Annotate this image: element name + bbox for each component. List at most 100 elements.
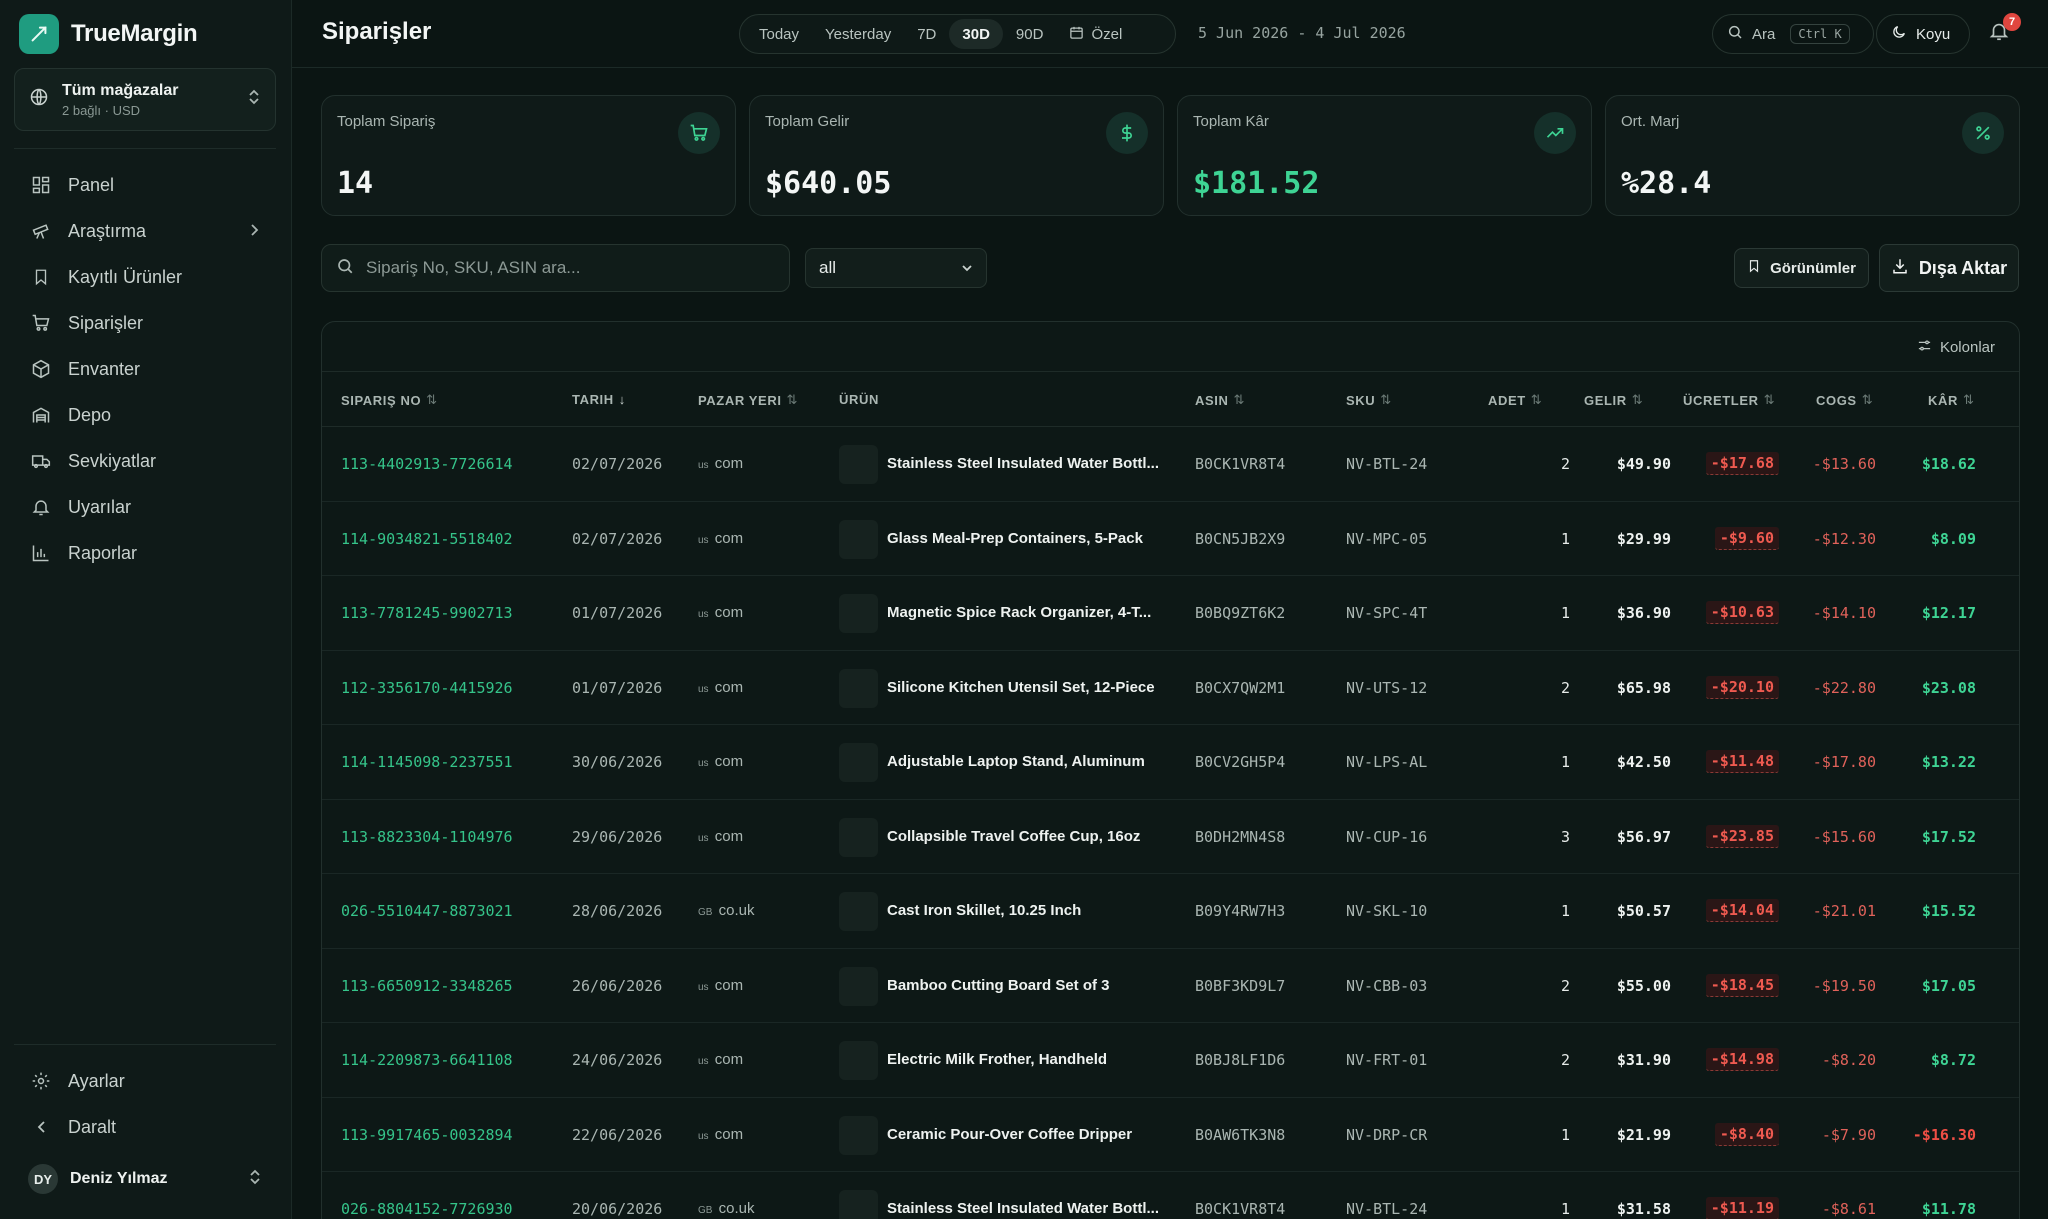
kpi-value: %28.4	[1621, 166, 1712, 201]
col-profit-header[interactable]: KÂR ⇅	[1928, 392, 1974, 408]
columns-button[interactable]: Kolonlar	[1917, 338, 1995, 357]
brand[interactable]: TrueMargin	[19, 14, 198, 54]
order-number-link[interactable]: 113-4402913-7726614	[341, 455, 513, 473]
table-row[interactable]: 114-9034821-5518402 02/07/2026 us com Glass…	[322, 502, 2019, 576]
sidebar-item-collapse[interactable]: Daralt	[14, 1104, 276, 1150]
sidebar-item-saved-products[interactable]: Kayıtlı Ürünler	[14, 254, 276, 300]
col-cogs-header[interactable]: COGS ⇅	[1816, 392, 1873, 408]
table-row[interactable]: 113-7781245-9902713 01/07/2026 us com Magne…	[322, 576, 2019, 651]
sidebar-item-inventory[interactable]: Envanter	[14, 346, 276, 392]
range-30d[interactable]: 30D	[949, 19, 1003, 49]
table-row[interactable]: 026-8804152-7726930 20/06/2026 GB co.uk Sta…	[322, 1172, 2019, 1219]
range-custom[interactable]: Özel	[1056, 19, 1135, 49]
order-number-link[interactable]: 026-5510447-8873021	[341, 902, 513, 920]
table-row[interactable]: 113-9917465-0032894 22/06/2026 us com Ceram…	[322, 1098, 2019, 1172]
product-title[interactable]: Stainless Steel Insulated Water Bottl...	[887, 1200, 1159, 1217]
fees-cell[interactable]: -$9.60	[1714, 526, 1779, 550]
sidebar-item-shipments[interactable]: Sevkiyatlar	[14, 438, 276, 484]
sidebar-item-panel[interactable]: Panel	[14, 162, 276, 208]
theme-toggle[interactable]: Koyu	[1876, 14, 1970, 54]
order-number-link[interactable]: 113-9917465-0032894	[341, 1126, 513, 1144]
order-number-link[interactable]: 113-7781245-9902713	[341, 604, 513, 622]
theme-label: Koyu	[1916, 25, 1951, 43]
sidebar-item-reports[interactable]: Raporlar	[14, 530, 276, 576]
asin-cell: B0BQ9ZT6K2	[1195, 604, 1286, 622]
avatar: DY	[28, 1164, 58, 1194]
order-number-link[interactable]: 113-8823304-1104976	[341, 828, 513, 846]
range-90d[interactable]: 90D	[1003, 19, 1057, 49]
col-fees-header[interactable]: ÜCRETLER ⇅	[1683, 392, 1775, 408]
table-row[interactable]: 114-1145098-2237551 30/06/2026 us com Adjus…	[322, 725, 2019, 800]
order-search-field[interactable]	[321, 244, 790, 292]
table-row[interactable]: 026-5510447-8873021 28/06/2026 GB co.uk Cas…	[322, 874, 2019, 949]
sidebar-item-research[interactable]: Araştırma	[14, 208, 276, 254]
sidebar-item-alerts[interactable]: Uyarılar	[14, 484, 276, 530]
table-row[interactable]: 113-6650912-3348265 26/06/2026 us com Bambo…	[322, 949, 2019, 1023]
order-number-link[interactable]: 026-8804152-7726930	[341, 1200, 513, 1218]
col-date-header[interactable]: TARIH ↓	[572, 392, 626, 407]
fees-cell[interactable]: -$17.68	[1705, 452, 1779, 475]
country-flag: us	[698, 460, 709, 471]
global-search-button[interactable]: Ara Ctrl K	[1712, 14, 1874, 54]
product-title[interactable]: Magnetic Spice Rack Organizer, 4-T...	[887, 604, 1159, 621]
fees-cell[interactable]: -$11.48	[1705, 750, 1779, 773]
product-title[interactable]: Bamboo Cutting Board Set of 3	[887, 977, 1159, 994]
kpi-value: $640.05	[765, 166, 892, 201]
fees-cell[interactable]: -$10.63	[1705, 601, 1779, 624]
product-title[interactable]: Glass Meal-Prep Containers, 5-Pack	[887, 530, 1159, 547]
export-button[interactable]: Dışa Aktar	[1879, 244, 2019, 292]
product-title[interactable]: Ceramic Pour-Over Coffee Dripper	[887, 1126, 1159, 1143]
cogs-cell: -$21.01	[1812, 902, 1876, 920]
kpi-label: Toplam Sipariş	[337, 113, 436, 130]
fees-cell[interactable]: -$14.98	[1705, 1048, 1779, 1071]
revenue-cell: $50.57	[1616, 902, 1671, 920]
product-title[interactable]: Adjustable Laptop Stand, Aluminum	[887, 753, 1159, 770]
fees-cell[interactable]: -$20.10	[1705, 675, 1779, 699]
fees-cell[interactable]: -$11.19	[1705, 1197, 1779, 1219]
range-7d[interactable]: 7D	[904, 19, 949, 49]
col-sku-header[interactable]: SKU ⇅	[1346, 392, 1392, 408]
col-market-header[interactable]: PAZAR YERI ⇅	[698, 392, 798, 408]
table-row[interactable]: 113-4402913-7726614 02/07/2026 us com Stain…	[322, 427, 2019, 502]
store-selector[interactable]: Tüm mağazalar 2 bağlı · USD	[14, 68, 276, 131]
marketplace-cell: GB co.uk	[698, 1200, 754, 1217]
fees-cell[interactable]: -$18.45	[1705, 973, 1779, 997]
sidebar-item-warehouse[interactable]: Depo	[14, 392, 276, 438]
page-title: Siparişler	[322, 18, 432, 45]
product-title[interactable]: Stainless Steel Insulated Water Bottl...	[887, 455, 1159, 472]
order-search-input[interactable]	[366, 258, 775, 278]
marketplace-select[interactable]: all	[805, 248, 987, 288]
order-date: 02/07/2026	[572, 529, 663, 548]
range-yesterday[interactable]: Yesterday	[812, 19, 904, 49]
fees-cell[interactable]: -$14.04	[1705, 899, 1779, 922]
col-qty-header[interactable]: ADET ⇅	[1488, 392, 1542, 408]
order-number-link[interactable]: 112-3356170-4415926	[341, 679, 513, 697]
table-row[interactable]: 112-3356170-4415926 01/07/2026 us com Silic…	[322, 651, 2019, 725]
marketplace-domain: com	[714, 455, 744, 472]
asin-cell: B0CN5JB2X9	[1195, 529, 1286, 548]
product-title[interactable]: Cast Iron Skillet, 10.25 Inch	[887, 902, 1159, 919]
store-subtitle: 2 bağlı · USD	[62, 102, 141, 118]
order-number-link[interactable]: 114-1145098-2237551	[341, 753, 513, 771]
brand-name: TrueMargin	[71, 20, 198, 47]
col-revenue-header[interactable]: GELIR ⇅	[1584, 392, 1643, 408]
sidebar-item-orders[interactable]: Siparişler	[14, 300, 276, 346]
product-title[interactable]: Electric Milk Frother, Handheld	[887, 1051, 1159, 1068]
user-menu[interactable]: DY Deniz Yılmaz	[14, 1157, 276, 1201]
order-number-link[interactable]: 113-6650912-3348265	[341, 977, 513, 995]
product-title[interactable]: Silicone Kitchen Utensil Set, 12-Piece	[887, 679, 1159, 696]
col-order-header[interactable]: SIPARIŞ NO ⇅	[341, 392, 438, 408]
product-title[interactable]: Collapsible Travel Coffee Cup, 16oz	[887, 828, 1159, 845]
fees-cell[interactable]: -$23.85	[1705, 824, 1779, 848]
order-number-link[interactable]: 114-9034821-5518402	[341, 530, 513, 548]
order-number-link[interactable]: 114-2209873-6641108	[341, 1051, 513, 1069]
col-asin-header[interactable]: ASIN ⇅	[1195, 392, 1245, 408]
sidebar-item-settings[interactable]: Ayarlar	[14, 1058, 276, 1104]
table-row[interactable]: 113-8823304-1104976 29/06/2026 us com Colla…	[322, 800, 2019, 874]
views-label: Görünümler	[1770, 259, 1856, 277]
views-button[interactable]: Görünümler	[1734, 248, 1869, 288]
sort-icon: ⇅	[786, 392, 799, 407]
fees-cell[interactable]: -$8.40	[1714, 1122, 1779, 1146]
range-today[interactable]: Today	[746, 19, 812, 49]
table-row[interactable]: 114-2209873-6641108 24/06/2026 us com Elect…	[322, 1023, 2019, 1098]
